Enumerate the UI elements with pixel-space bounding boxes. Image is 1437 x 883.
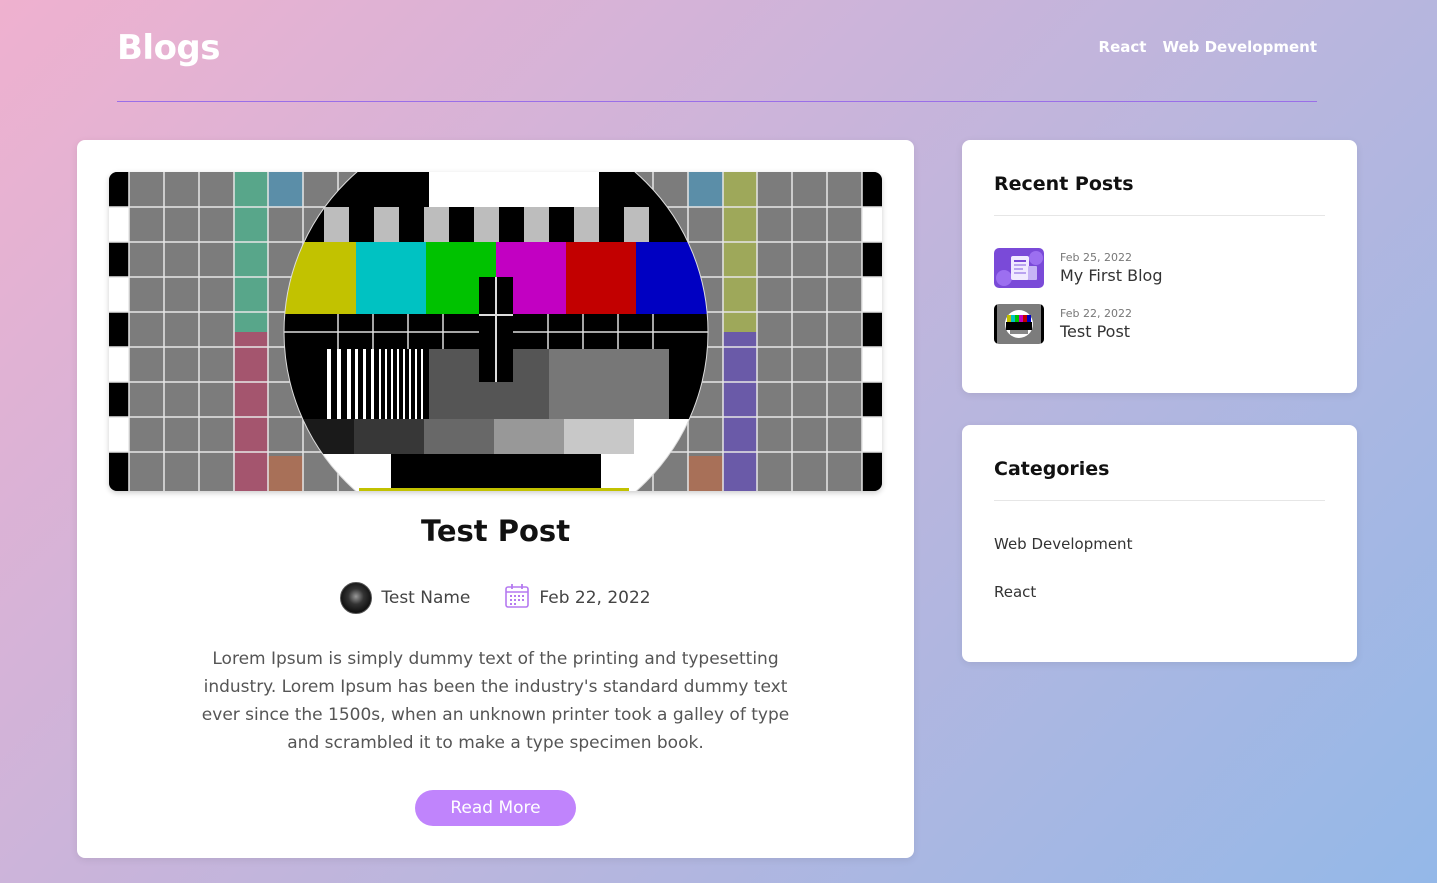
site-logo[interactable]: Blogs: [117, 28, 221, 68]
recent-post-item[interactable]: Feb 22, 2022 Test Post: [994, 304, 1162, 344]
categories-widget: Categories Web Development React: [962, 425, 1357, 662]
post-title[interactable]: Test Post: [77, 514, 914, 548]
main-nav: React Web Development: [1099, 38, 1317, 56]
post-image[interactable]: [109, 172, 882, 491]
recent-post-title: Test Post: [1060, 322, 1131, 341]
recent-posts-widget: Recent Posts Feb 25, 2022 My First Blog …: [962, 140, 1357, 393]
categories-list: Web Development React: [994, 535, 1132, 631]
calendar-icon: [504, 583, 530, 614]
post-card: Test Post Test Name Feb 22, 2022 Lorem I…: [77, 140, 914, 858]
categories-title: Categories: [994, 458, 1325, 501]
site-header: Blogs React Web Development: [117, 0, 1317, 102]
category-web-development[interactable]: Web Development: [994, 535, 1132, 583]
blog-thumbnail: [994, 248, 1044, 288]
recent-post-date: Feb 25, 2022: [1060, 251, 1132, 264]
author-name: Test Name: [381, 588, 471, 608]
category-react[interactable]: React: [994, 583, 1132, 631]
test-card-thumbnail: [994, 304, 1044, 344]
recent-post-date: Feb 22, 2022: [1060, 307, 1132, 320]
recent-posts-list: Feb 25, 2022 My First Blog Feb 22, 2022 …: [994, 248, 1162, 360]
recent-post-title: My First Blog: [1060, 266, 1163, 285]
user-avatar-icon: [340, 582, 373, 614]
recent-posts-title: Recent Posts: [994, 173, 1325, 216]
read-more-button[interactable]: Read More: [415, 790, 576, 826]
post-date-text: Feb 22, 2022: [539, 588, 651, 608]
nav-link-react[interactable]: React: [1099, 38, 1147, 56]
post-author: Test Name: [340, 582, 470, 614]
post-meta: Test Name Feb 22, 2022: [77, 582, 914, 614]
nav-link-web-development[interactable]: Web Development: [1162, 38, 1317, 56]
post-excerpt: Lorem Ipsum is simply dummy text of the …: [201, 649, 790, 753]
recent-post-item[interactable]: Feb 25, 2022 My First Blog: [994, 248, 1162, 288]
post-date: Feb 22, 2022: [504, 583, 651, 614]
